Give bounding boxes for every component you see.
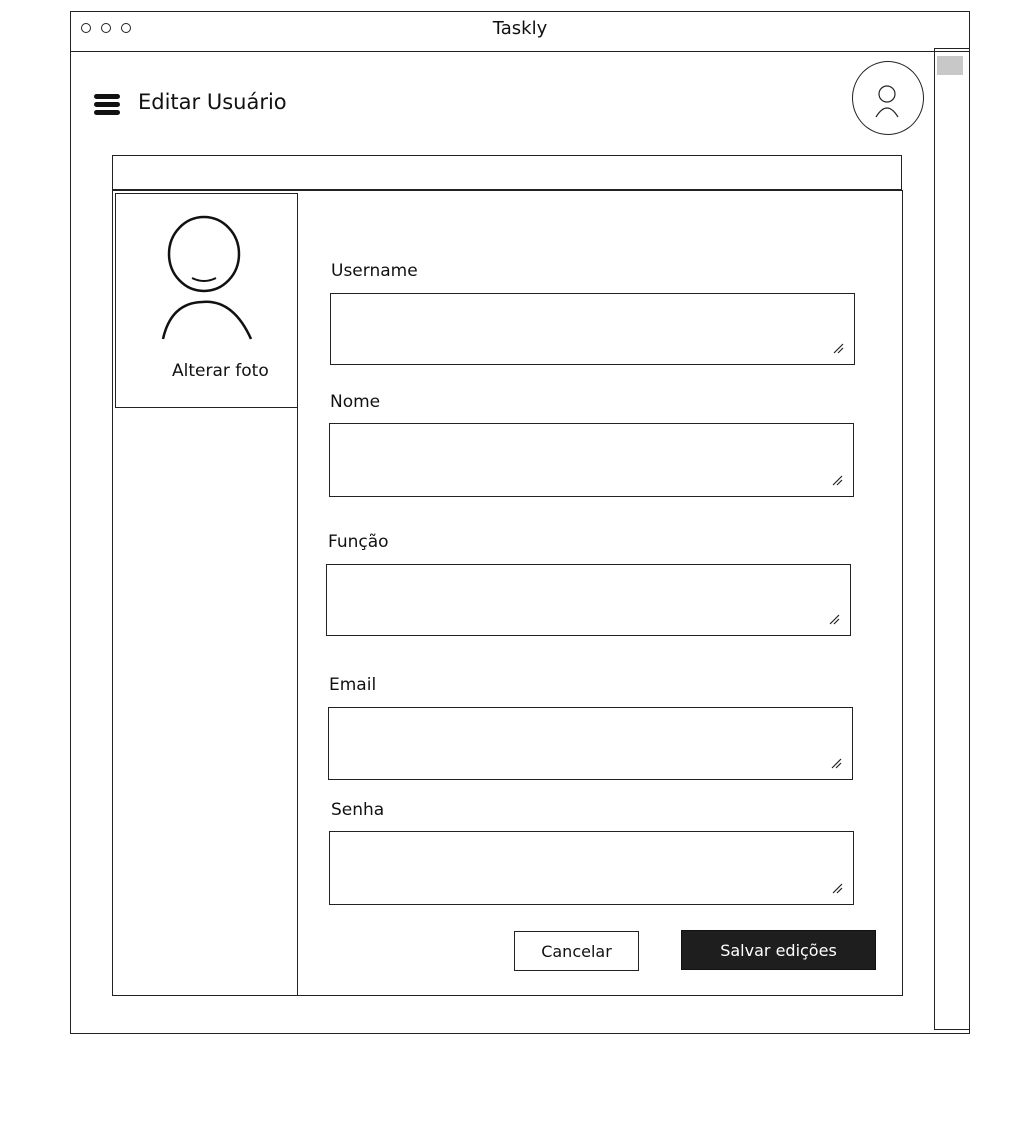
resize-grip-icon[interactable] — [831, 882, 843, 894]
user-avatar-icon — [875, 85, 899, 118]
role-field[interactable] — [326, 564, 851, 636]
page-title: Editar Usuário — [138, 90, 287, 114]
save-button[interactable]: Salvar edições — [681, 930, 876, 970]
name-field[interactable] — [329, 423, 854, 497]
password-label: Senha — [331, 800, 385, 820]
user-avatar-button[interactable] — [852, 61, 924, 135]
resize-grip-icon[interactable] — [832, 342, 844, 354]
resize-grip-icon[interactable] — [831, 474, 843, 486]
email-label: Email — [329, 675, 377, 695]
tab-bar — [112, 155, 902, 190]
window-title: Taskly — [492, 18, 548, 39]
menu-icon[interactable] — [94, 93, 122, 117]
username-field[interactable] — [330, 293, 855, 365]
vertical-scrollbar[interactable] — [934, 48, 970, 1030]
role-label: Função — [328, 532, 389, 552]
username-label: Username — [331, 261, 418, 281]
resize-grip-icon[interactable] — [830, 757, 842, 769]
cancel-button[interactable]: Cancelar — [514, 931, 639, 971]
password-field[interactable] — [329, 831, 854, 905]
scrollbar-thumb[interactable] — [937, 56, 963, 75]
resize-grip-icon[interactable] — [828, 613, 840, 625]
name-label: Nome — [330, 392, 381, 412]
email-field[interactable] — [328, 707, 853, 780]
change-photo-label[interactable]: Alterar foto — [172, 362, 282, 381]
